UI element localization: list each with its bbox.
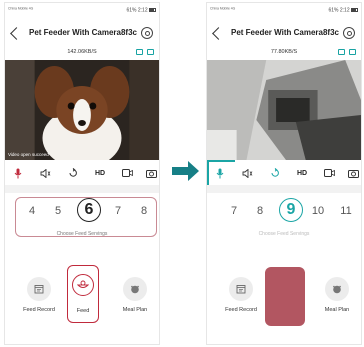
title-bar: Pet Feeder With Camera8f3c (207, 23, 361, 45)
serving-option[interactable]: 5 (51, 205, 65, 217)
feed-button[interactable]: Feed (67, 265, 99, 323)
picker-caption: Choose Feed Servings (56, 231, 108, 237)
serving-option[interactable]: 11 (339, 205, 353, 217)
settings-gear-icon[interactable] (141, 27, 153, 39)
status-right-text: 61% 2:12 (328, 7, 350, 14)
transition-arrow-icon (172, 160, 200, 182)
back-chevron-icon[interactable] (10, 27, 23, 40)
rotate-icon[interactable] (67, 167, 79, 179)
fullscreen-icon[interactable] (136, 49, 143, 55)
phone-after: China Mobile 4G 61% 2:12 Pet Feeder With… (206, 2, 362, 345)
status-bar: China Mobile 4G 61% 2:12 (207, 3, 361, 19)
speaker-icon[interactable] (39, 167, 51, 179)
carrier-text: China Mobile 4G (210, 6, 236, 11)
page-title: Pet Feeder With Camera8f3c (29, 28, 137, 37)
battery-icon (149, 8, 156, 12)
snapshot-camera-icon[interactable] (145, 167, 157, 179)
feed-servings-picker[interactable]: 4 5 6 7 8 Choose Feed Servings (5, 195, 159, 243)
video-record-icon[interactable] (323, 167, 335, 179)
feed-record-label: Feed Record (225, 307, 257, 313)
hd-quality-button[interactable]: HD (93, 167, 107, 179)
serving-option[interactable]: 7 (227, 205, 241, 217)
serving-option[interactable]: 7 (111, 205, 125, 217)
settings-gear-icon[interactable] (343, 27, 355, 39)
video-status-message: Video open succeed (8, 152, 49, 157)
speed-bar: 77.80KB/S (207, 47, 361, 59)
title-bar: Pet Feeder With Camera8f3c (5, 23, 159, 45)
meal-plan-label: Meal Plan (324, 307, 350, 313)
fullscreen-icon[interactable] (338, 49, 345, 55)
video-feed: Video open succeed (5, 60, 159, 160)
feed-label: Feed (76, 308, 90, 314)
serving-option[interactable]: 4 (25, 205, 39, 217)
snapshot-camera-icon[interactable] (347, 167, 359, 179)
serving-option-selected[interactable]: 9 (284, 201, 298, 219)
hd-label: HD (94, 169, 106, 177)
calendar-icon (27, 277, 51, 301)
picture-in-picture-icon[interactable] (147, 49, 154, 55)
meal-plan-label: Meal Plan (122, 307, 148, 313)
progress-indicator (207, 160, 235, 162)
feeder-closeup-video-image (207, 60, 361, 160)
phone-before: China Mobile 4G 61% 2:12 Pet Feeder With… (4, 2, 160, 345)
battery-icon (351, 8, 358, 12)
carrier-text: China Mobile 4G (8, 6, 34, 11)
feed-button-pressed[interactable] (265, 267, 305, 326)
rotate-icon[interactable] (269, 167, 281, 179)
serving-option[interactable]: 8 (253, 205, 267, 217)
picker-caption: Choose Feed Servings (258, 231, 310, 237)
feed-record-button[interactable]: Feed Record (221, 269, 261, 329)
status-right-text: 61% 2:12 (126, 7, 148, 14)
video-record-icon[interactable] (121, 167, 133, 179)
feed-servings-picker[interactable]: 7 8 9 10 11 Choose Feed Servings (207, 195, 361, 243)
serving-option-selected[interactable]: 6 (82, 201, 96, 219)
control-bar: HD (207, 163, 361, 183)
calendar-icon (229, 277, 253, 301)
serving-option[interactable]: 8 (137, 205, 151, 217)
meal-plan-button[interactable]: Meal Plan (115, 269, 155, 329)
feed-record-label: Feed Record (23, 307, 55, 313)
back-chevron-icon[interactable] (212, 27, 225, 40)
bowl-icon (72, 274, 94, 296)
speaker-icon[interactable] (241, 167, 253, 179)
video-feed (207, 60, 361, 160)
hd-label: HD (296, 169, 308, 177)
pet-face-icon (325, 277, 349, 301)
microphone-icon[interactable] (215, 167, 225, 179)
dog-video-image (5, 60, 159, 160)
control-bar: HD (5, 163, 159, 183)
divider (207, 185, 361, 193)
divider (5, 185, 159, 193)
page-title: Pet Feeder With Camera8f3c (231, 28, 339, 37)
microphone-icon[interactable] (13, 167, 23, 179)
speed-bar: 142.06KB/S (5, 47, 159, 59)
hd-quality-button[interactable]: HD (295, 167, 309, 179)
feed-record-button[interactable]: Feed Record (19, 269, 59, 329)
picture-in-picture-icon[interactable] (349, 49, 356, 55)
pet-face-icon (123, 277, 147, 301)
meal-plan-button[interactable]: Meal Plan (317, 269, 357, 329)
status-bar: China Mobile 4G 61% 2:12 (5, 3, 159, 19)
serving-option[interactable]: 10 (311, 205, 325, 217)
